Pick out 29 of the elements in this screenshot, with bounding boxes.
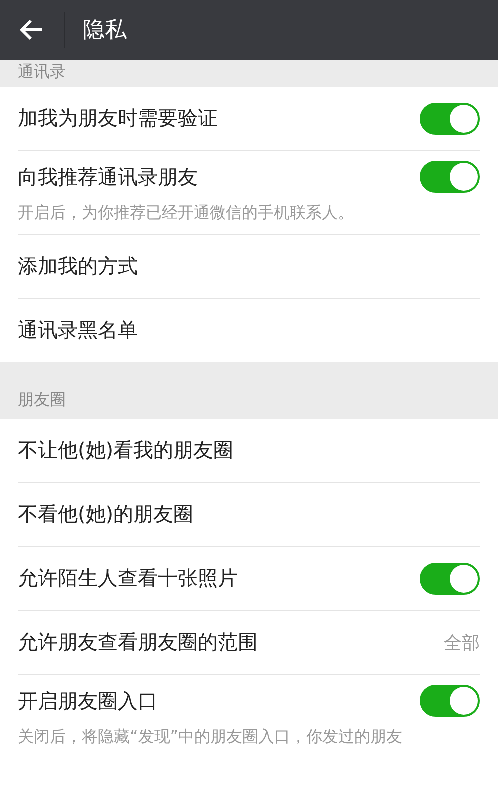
toggle-switch[interactable] [420, 161, 480, 193]
row-label: 加我为朋友时需要验证 [18, 105, 218, 132]
settings-row[interactable]: 加我为朋友时需要验证 [18, 87, 480, 150]
row-description: 开启后，为你推荐已经开通微信的手机联系人。 [18, 203, 355, 224]
row-description: 关闭后，将隐藏“发现”中的朋友圈入口，你发过的朋友 [18, 727, 404, 748]
row-label: 通讯录黑名单 [18, 317, 138, 344]
page-title: 隐私 [83, 17, 127, 45]
section-title: 朋友圈 [0, 362, 498, 419]
toggle-switch[interactable] [420, 562, 480, 594]
settings-row[interactable]: 添加我的方式 [18, 235, 480, 298]
back-arrow-icon [20, 19, 44, 41]
row-label: 不看他(她)的朋友圈 [18, 501, 194, 528]
settings-row[interactable]: 不看他(她)的朋友圈 [18, 483, 480, 546]
row-value: 全部 [444, 632, 480, 654]
settings-row[interactable]: 向我推荐通讯录朋友 [18, 151, 480, 203]
settings-row[interactable]: 通讯录黑名单 [18, 299, 480, 362]
section-title: 通讯录 [0, 60, 498, 87]
settings-row[interactable]: 不让他(她)看我的朋友圈 [18, 419, 480, 482]
settings-row[interactable]: 允许朋友查看朋友圈的范围 全部 [18, 611, 480, 674]
row-label: 开启朋友圈入口 [18, 688, 158, 714]
row-label: 允许陌生人查看十张照片 [18, 565, 238, 592]
row-label: 不让他(她)看我的朋友圈 [18, 437, 234, 464]
toggle-switch[interactable] [420, 685, 480, 717]
row-label: 添加我的方式 [18, 253, 138, 280]
settings-row[interactable]: 允许陌生人查看十张照片 [18, 547, 480, 610]
toggle-switch[interactable] [420, 102, 480, 134]
row-label: 向我推荐通讯录朋友 [18, 164, 198, 190]
settings-row[interactable]: 开启朋友圈入口 [18, 675, 480, 727]
row-label: 允许朋友查看朋友圈的范围 [18, 629, 258, 656]
